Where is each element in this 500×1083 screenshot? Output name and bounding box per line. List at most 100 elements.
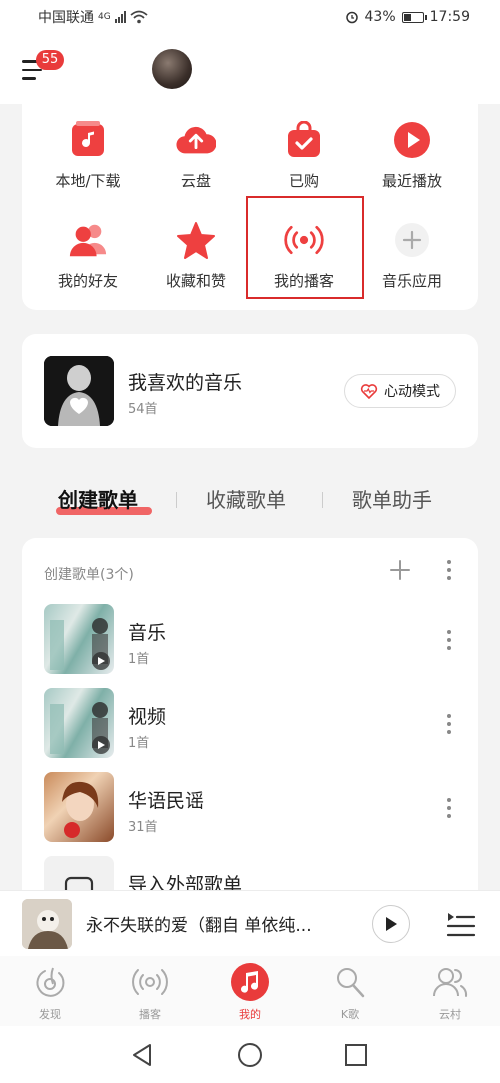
- heart-mode-button[interactable]: 心动模式: [344, 374, 456, 408]
- shopping-bag-icon: [284, 120, 324, 160]
- playlist-title: 视频: [128, 706, 167, 728]
- grid-item-cloud[interactable]: 云盘: [142, 108, 250, 198]
- grid-label: 本地/下载: [55, 172, 121, 190]
- friends-icon: [68, 220, 108, 260]
- playlist-row[interactable]: 华语民谣 31首: [22, 772, 478, 844]
- header: 55: [0, 34, 500, 104]
- nav-item-community[interactable]: 云村: [410, 962, 490, 1024]
- nav-item-karaoke[interactable]: K歌: [310, 962, 390, 1024]
- tab-divider: [176, 492, 177, 508]
- grid-item-purchased[interactable]: 已购: [250, 108, 358, 198]
- star-icon: [176, 220, 216, 260]
- podcast-icon: [130, 962, 170, 1002]
- nav-label: 播客: [139, 1008, 161, 1021]
- status-left: 中国联通 4G: [38, 7, 148, 27]
- status-bar: 中国联通 4G 43% 17:59: [0, 0, 500, 34]
- nav-item-podcast[interactable]: 播客: [110, 962, 190, 1024]
- playlist-cover: [44, 772, 114, 842]
- heart-pulse-icon: [360, 384, 378, 399]
- liked-music-cover: [44, 356, 114, 426]
- menu-line: [22, 77, 36, 80]
- battery-icon: [401, 11, 427, 23]
- play-badge-icon: [92, 652, 110, 670]
- grid-item-friends[interactable]: 我的好友: [34, 208, 142, 298]
- grid-label: 云盘: [180, 172, 211, 190]
- playlist-tabs: 创建歌单 收藏歌单 歌单助手: [22, 474, 478, 524]
- playlist-count: 1首: [128, 652, 150, 667]
- karaoke-mic-icon: [330, 962, 370, 1002]
- my-music-icon: [230, 962, 270, 1002]
- add-playlist-button[interactable]: [388, 558, 412, 582]
- playlist-row[interactable]: 视频 1首: [22, 688, 478, 760]
- back-button[interactable]: [128, 1040, 158, 1070]
- grid-label: 最近播放: [381, 172, 442, 190]
- alarm-icon: [345, 11, 358, 24]
- back-triangle-icon: [133, 1044, 151, 1066]
- notification-badge: 55: [36, 50, 64, 70]
- signal-icon: [114, 11, 126, 23]
- liked-music-count: 54首: [128, 402, 158, 417]
- network-type: 4G: [98, 12, 111, 22]
- quick-access-card: 本地/下载 云盘 已购 最近播放 我的好友 收藏和赞 我的播客 音乐应用: [22, 104, 478, 310]
- player-cover: [22, 899, 72, 949]
- row-more-button[interactable]: [440, 712, 458, 736]
- player-song-title: 永不失联的爱（翻自 单依纯...: [86, 916, 312, 936]
- plus-icon: [392, 220, 432, 260]
- playlist-count: 1首: [128, 736, 150, 751]
- grid-item-recent-play[interactable]: 最近播放: [358, 108, 466, 198]
- playlist-row[interactable]: 音乐 1首: [22, 604, 478, 676]
- grid-item-my-podcast[interactable]: 我的播客: [250, 208, 358, 298]
- nav-label: 我的: [239, 1008, 261, 1021]
- row-more-button[interactable]: [440, 628, 458, 652]
- grid-item-favorites[interactable]: 收藏和赞: [142, 208, 250, 298]
- grid-label: 我的播客: [273, 272, 334, 290]
- nav-item-discover[interactable]: 发现: [10, 962, 90, 1024]
- tab-collected-playlists[interactable]: 收藏歌单: [206, 484, 286, 513]
- play-icon: [386, 917, 397, 931]
- wifi-icon: [130, 10, 148, 24]
- discover-icon: [30, 962, 70, 1002]
- heart-mode-label: 心动模式: [384, 384, 440, 400]
- cloud-upload-icon: [176, 120, 216, 160]
- community-icon: [430, 962, 470, 1002]
- recents-button[interactable]: [341, 1040, 371, 1070]
- avatar[interactable]: [152, 49, 192, 89]
- grid-label: 音乐应用: [381, 272, 442, 290]
- playlist-queue-button[interactable]: [446, 907, 476, 939]
- playlist-card: 创建歌单(3个) 音乐 1首 视频 1首 华语民谣 31首 导入外部歌单: [22, 538, 478, 918]
- grid-item-music-apps[interactable]: 音乐应用: [358, 208, 466, 298]
- music-file-icon: [68, 120, 108, 160]
- mini-player[interactable]: 永不失联的爱（翻自 单依纯...: [0, 890, 500, 956]
- playlist-section-header: 创建歌单(3个): [44, 567, 134, 583]
- clock: 17:59: [429, 9, 470, 25]
- grid-label: 已购: [288, 172, 319, 190]
- liked-music-title: 我喜欢的音乐: [128, 372, 243, 394]
- nav-label: 发现: [39, 1008, 61, 1021]
- playlist-title: 华语民谣: [128, 790, 205, 812]
- system-navigation-bar: [0, 1026, 500, 1083]
- podcast-broadcast-icon: [284, 220, 324, 260]
- status-right: 43% 17:59: [345, 9, 470, 25]
- battery-percent: 43%: [364, 9, 396, 25]
- plus-icon: [390, 560, 410, 580]
- more-options-button[interactable]: [440, 558, 458, 582]
- home-button[interactable]: [235, 1040, 265, 1070]
- playlist-cover: [44, 688, 114, 758]
- tab-divider: [322, 492, 323, 508]
- play-button[interactable]: [372, 905, 410, 943]
- nav-label: 云村: [439, 1008, 461, 1021]
- tab-playlist-assistant[interactable]: 歌单助手: [352, 484, 432, 513]
- nav-item-my-music[interactable]: 我的: [210, 962, 290, 1024]
- grid-label: 收藏和赞: [165, 272, 226, 290]
- recents-square-icon: [345, 1044, 367, 1066]
- liked-music-card[interactable]: 我喜欢的音乐 54首 心动模式: [22, 334, 478, 448]
- menu-line: [22, 68, 42, 71]
- play-badge-icon: [92, 736, 110, 754]
- tab-created-playlists[interactable]: 创建歌单: [58, 484, 138, 513]
- playlist-title: 音乐: [128, 622, 167, 644]
- nav-label: K歌: [340, 1008, 360, 1021]
- queue-list-icon: [446, 913, 476, 937]
- row-more-button[interactable]: [440, 796, 458, 820]
- grid-item-local-download[interactable]: 本地/下载: [34, 108, 142, 198]
- carrier-name: 中国联通: [38, 10, 94, 26]
